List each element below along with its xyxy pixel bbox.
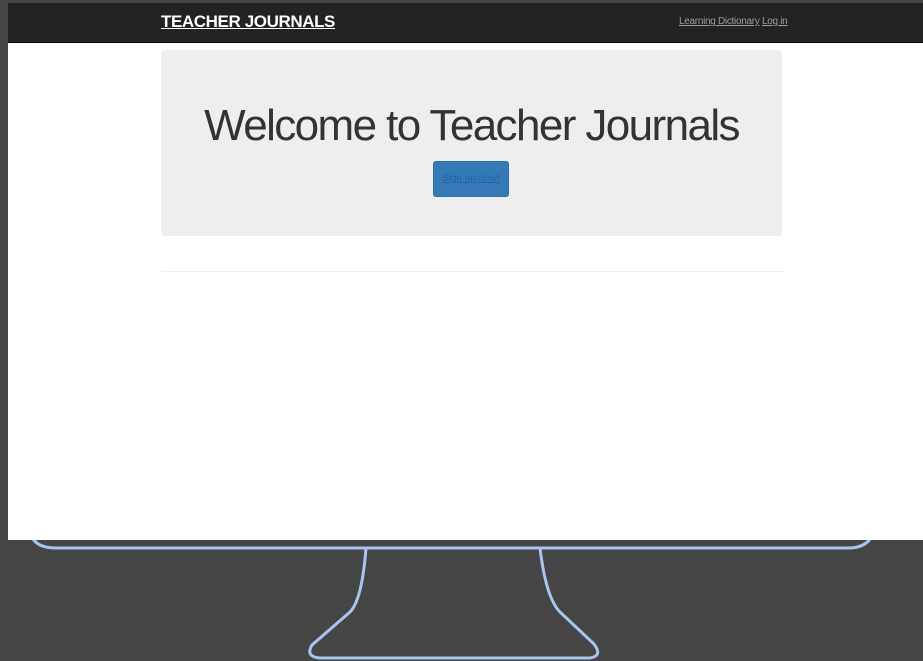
monitor-frame: TEACHER JOURNALS Learning Dictionary Log…	[0, 0, 923, 661]
nav-learning-dictionary-link[interactable]: Learning Dictionary	[679, 16, 760, 27]
browser-screen: TEACHER JOURNALS Learning Dictionary Log…	[8, 3, 923, 540]
welcome-jumbotron: Welcome to Teacher Journals Sign up now!	[161, 50, 782, 236]
top-navbar: TEACHER JOURNALS Learning Dictionary Log…	[8, 3, 923, 43]
nav-login-link[interactable]: Log in	[762, 16, 788, 27]
brand-link[interactable]: TEACHER JOURNALS	[161, 12, 335, 32]
monitor-stand-outline	[308, 547, 600, 660]
content-divider	[161, 271, 784, 272]
welcome-title: Welcome to Teacher Journals	[204, 101, 740, 150]
signup-button[interactable]: Sign up now!	[433, 161, 509, 197]
